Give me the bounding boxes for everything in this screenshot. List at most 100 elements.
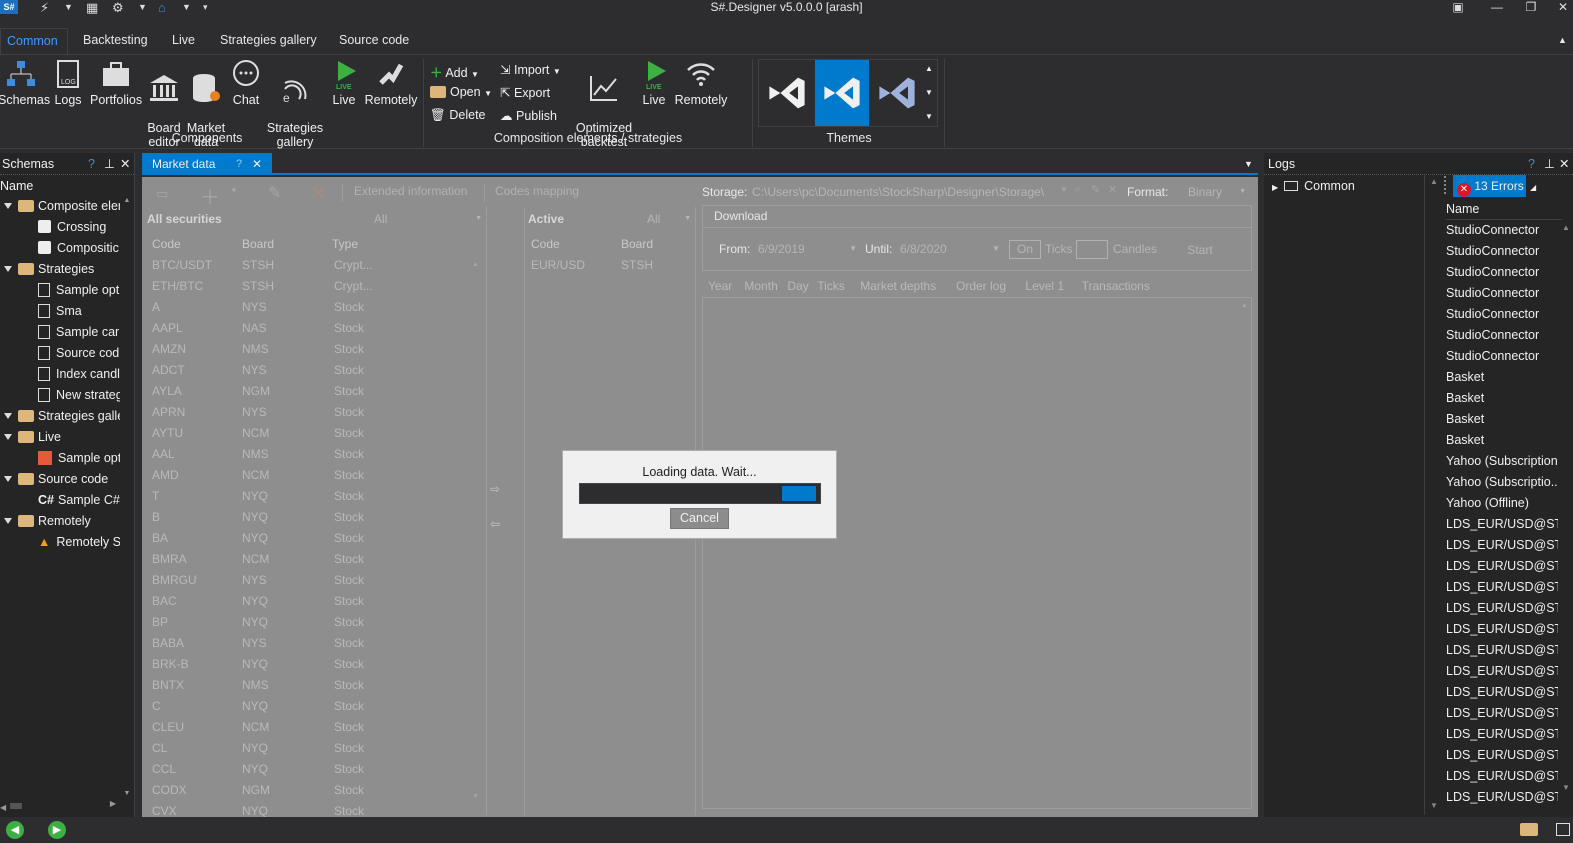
scroll-up-icon[interactable]: ▲	[1241, 302, 1248, 309]
expand-icon[interactable]: ▶	[1272, 183, 1278, 192]
tab-backtesting[interactable]: Backtesting	[77, 28, 154, 54]
logs-button[interactable]: LOG Logs	[52, 59, 84, 107]
pin-icon[interactable]: ⊥	[1544, 153, 1555, 175]
delete-button[interactable]: 🗑 Delete	[430, 108, 486, 123]
tree-item[interactable]: Index candl	[38, 364, 120, 385]
scroll-up-icon[interactable]: ▲	[1430, 177, 1438, 186]
panel-toggle-icon[interactable]	[1556, 823, 1570, 836]
log-source-row[interactable]: LDS_EUR/USD@ST...	[1446, 682, 1558, 703]
log-source-row[interactable]: LDS_EUR/USD@ST...	[1446, 619, 1558, 640]
expand-icon[interactable]	[4, 434, 12, 440]
vertical-scrollbar[interactable]: ▲ ▼	[121, 197, 133, 797]
chevron-down-icon[interactable]: ▼	[230, 186, 238, 195]
collapse-ribbon-icon[interactable]: ▲	[1552, 28, 1573, 54]
log-source-row[interactable]: StudioConnector	[1446, 241, 1558, 262]
pin-icon[interactable]: ⊥	[104, 153, 115, 175]
open-button[interactable]: Open ▼	[430, 85, 492, 99]
log-source-row[interactable]: LDS_EUR/USD@ST...	[1446, 787, 1558, 808]
column-header[interactable]: Type	[332, 237, 358, 251]
tree-item[interactable]: C# Sample C#	[38, 490, 120, 511]
expand-icon[interactable]	[4, 203, 12, 209]
scroll-down-icon[interactable]: ▼	[472, 793, 479, 800]
help-icon[interactable]: ?	[236, 153, 242, 175]
close-button[interactable]: ✕	[1552, 0, 1573, 14]
data-tab[interactable]: Transactions	[1082, 279, 1150, 293]
gallery-down-icon[interactable]: ▼	[925, 88, 933, 97]
chat-button[interactable]: Chat	[230, 59, 262, 107]
log-source-row[interactable]: LDS_EUR/USD@ST...	[1446, 535, 1558, 556]
schemas-button[interactable]: Schemas	[0, 59, 50, 107]
codes-mapping-button[interactable]: Codes mapping	[484, 184, 584, 202]
tab-source-code[interactable]: Source code	[333, 28, 415, 54]
logs-tree-item-common[interactable]: ▶ Common	[1272, 179, 1355, 193]
errors-filter-button[interactable]: ✕ 13 Errors	[1453, 175, 1526, 197]
data-tab[interactable]: Level 1	[1025, 279, 1064, 293]
from-date-picker[interactable]: 6/9/2019 ▼	[755, 240, 857, 258]
tab-live[interactable]: Live	[166, 28, 201, 54]
log-source-row[interactable]: Basket	[1446, 409, 1558, 430]
splitter[interactable]	[1424, 175, 1425, 815]
expand-icon[interactable]	[4, 518, 12, 524]
remotely-button[interactable]: Remotely	[364, 59, 418, 107]
portfolios-button[interactable]: Portfolios	[90, 59, 142, 107]
back-icon[interactable]: ◀	[6, 821, 24, 839]
theme-blue-option[interactable]	[815, 60, 869, 126]
data-tab[interactable]: Ticks	[817, 279, 845, 293]
tree-item[interactable]: ▲ Remotely S	[38, 532, 120, 553]
active-board-header[interactable]: Board	[621, 237, 653, 251]
close-icon[interactable]: ✕	[252, 153, 262, 175]
tree-item[interactable]: Live	[4, 427, 120, 448]
chevron-down-icon[interactable]: ▼	[1060, 185, 1068, 194]
log-source-row[interactable]: LDS_EUR/USD@ST...	[1446, 577, 1558, 598]
minimize-button[interactable]: —	[1486, 0, 1508, 14]
tree-item[interactable]: Sample opt	[38, 280, 120, 301]
start-button[interactable]: Start	[1167, 239, 1233, 261]
log-source-row[interactable]: StudioConnector	[1446, 220, 1558, 241]
tree-item[interactable]: Strategies galle	[4, 406, 120, 427]
add-button[interactable]: ＋ Add ▼	[430, 62, 479, 81]
scroll-down-icon[interactable]: ▼	[1562, 783, 1570, 792]
log-name-column-header[interactable]: Name	[1446, 199, 1562, 220]
active-code-header[interactable]: Code	[531, 237, 560, 251]
gallery-more-icon[interactable]: ▼	[925, 112, 933, 121]
tree-item[interactable]: Strategies	[4, 259, 120, 280]
folder-icon[interactable]	[1520, 823, 1538, 836]
data-tab[interactable]: Year	[708, 279, 732, 293]
scroll-up-icon[interactable]: ▲	[472, 261, 479, 268]
edit-icon[interactable]: ✎	[1091, 183, 1100, 196]
add-security-icon[interactable]: ＋	[200, 181, 220, 210]
tree-item[interactable]: Compositic	[38, 238, 120, 259]
scroll-up-icon[interactable]: ▲	[1562, 223, 1570, 232]
log-source-row[interactable]: Basket	[1446, 430, 1558, 451]
log-source-row[interactable]: StudioConnector	[1446, 325, 1558, 346]
log-source-row[interactable]: LDS_EUR/USD@ST...	[1446, 514, 1558, 535]
customize-icon[interactable]: ▾	[203, 2, 208, 13]
document-list-icon[interactable]: ▼	[1244, 153, 1253, 175]
log-source-row[interactable]: LDS_EUR/USD@ST...	[1446, 661, 1558, 682]
extended-information-button[interactable]: Extended information	[342, 184, 480, 202]
tree-item[interactable]: Sma	[38, 301, 120, 322]
log-source-row[interactable]: LDS_EUR/USD@ST...	[1446, 640, 1558, 661]
ticks-toggle[interactable]: On	[1009, 240, 1041, 259]
move-right-icon[interactable]: ⇨	[490, 482, 500, 496]
column-header[interactable]: Board	[242, 237, 274, 251]
export-button[interactable]: ⇱ Export	[500, 85, 550, 100]
clear-icon[interactable]: ✕	[1108, 183, 1117, 196]
tree-item[interactable]: Sample car	[38, 322, 120, 343]
import-button[interactable]: ⇲ Import ▼	[500, 62, 561, 77]
strategies-gallery-button[interactable]: e Strategies gallery	[266, 59, 324, 149]
log-source-row[interactable]: LDS_EUR/USD@ST...	[1446, 745, 1558, 766]
cancel-button[interactable]: Cancel	[670, 508, 729, 529]
scroll-down-icon[interactable]: ▼	[1430, 801, 1438, 810]
log-source-row[interactable]: StudioConnector	[1446, 283, 1558, 304]
log-source-row[interactable]: StudioConnector	[1446, 304, 1558, 325]
chevron-down-icon[interactable]: ▼	[64, 2, 73, 12]
theme-light-option[interactable]	[871, 62, 923, 124]
chevron-down-icon[interactable]: ▼	[138, 2, 147, 12]
live-button[interactable]: LIVE Live	[330, 59, 358, 107]
until-date-picker[interactable]: 6/8/2020 ▼	[898, 240, 1000, 258]
log-source-row[interactable]: Yahoo (Offline)	[1446, 493, 1558, 514]
log-source-row[interactable]: StudioConnector	[1446, 346, 1558, 367]
column-header[interactable]: Code	[152, 237, 181, 251]
move-left-icon[interactable]: ⇦	[490, 517, 500, 531]
